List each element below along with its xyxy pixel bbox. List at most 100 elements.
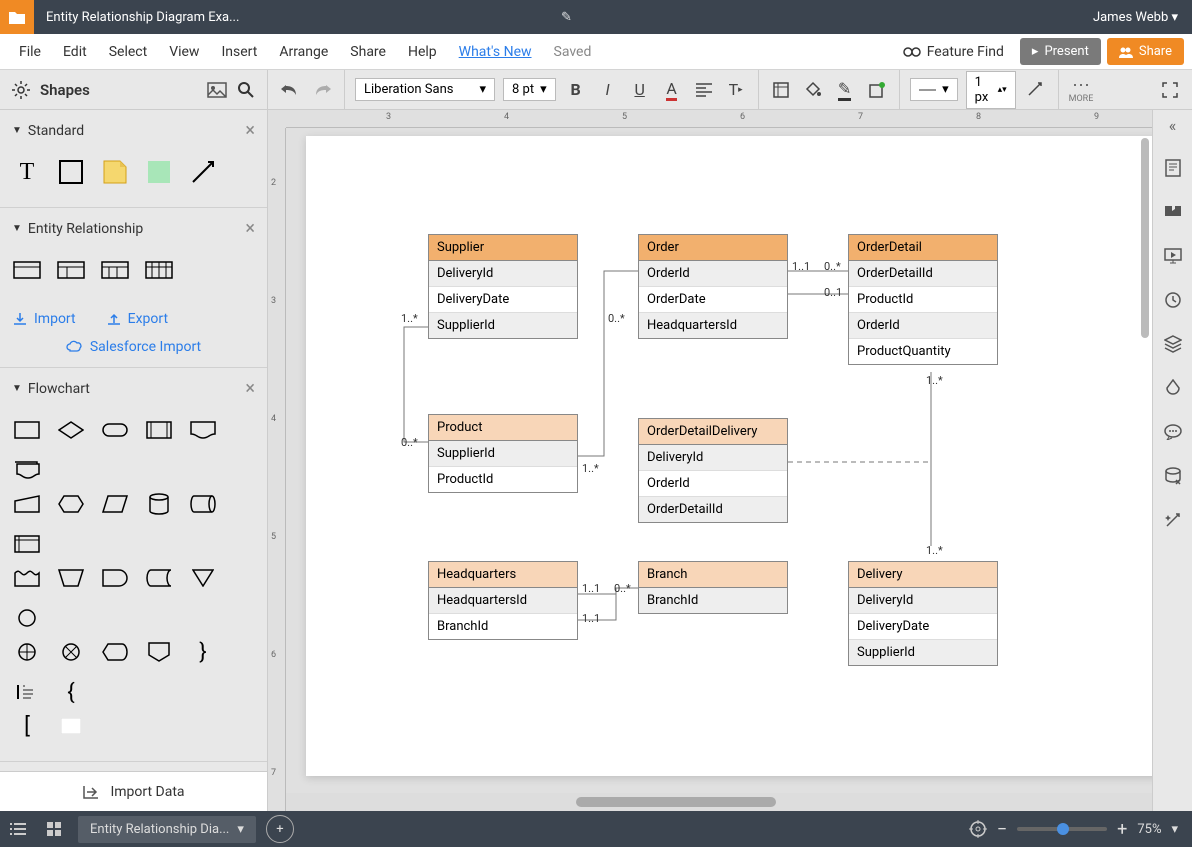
target-icon[interactable] <box>969 820 987 838</box>
menu-share[interactable]: Share <box>339 38 397 66</box>
text-shape[interactable]: T <box>12 159 42 185</box>
fc-document[interactable] <box>188 417 218 443</box>
er-shape-3[interactable] <box>100 257 130 283</box>
text-options-icon[interactable]: T▸ <box>724 78 748 102</box>
page-icon[interactable] <box>1162 157 1184 179</box>
border-color-icon[interactable]: ✎ <box>833 78 857 102</box>
line-options-icon[interactable] <box>1024 78 1048 102</box>
menu-arrange[interactable]: Arrange <box>268 38 339 66</box>
chat-icon[interactable] <box>1162 421 1184 443</box>
fc-terminator[interactable] <box>100 417 130 443</box>
fc-stored[interactable] <box>144 565 174 591</box>
salesforce-link[interactable]: Salesforce Import <box>0 333 267 367</box>
fc-merge[interactable] <box>188 565 218 591</box>
entity-delivery[interactable]: Delivery DeliveryId DeliveryDate Supplie… <box>848 561 998 666</box>
panel-er-header[interactable]: ▼Entity Relationship× <box>0 208 267 249</box>
magic-icon[interactable] <box>1162 509 1184 531</box>
gear-icon[interactable] <box>12 81 30 99</box>
export-link[interactable]: Export <box>106 311 168 327</box>
italic-icon[interactable]: I <box>596 78 620 102</box>
er-shape-1[interactable] <box>12 257 42 283</box>
document-title[interactable]: Entity Relationship Diagram Exa... <box>34 10 565 25</box>
fc-swatch[interactable] <box>56 713 86 739</box>
shape-fill-icon[interactable] <box>769 78 793 102</box>
fc-display[interactable] <box>100 639 130 665</box>
fc-delay[interactable] <box>100 565 130 591</box>
fc-sum[interactable] <box>56 639 86 665</box>
layers-icon[interactable] <box>1162 333 1184 355</box>
close-icon[interactable]: × <box>245 218 255 239</box>
zoom-in[interactable]: + <box>1117 819 1127 840</box>
entity-product[interactable]: Product SupplierId ProductId <box>428 414 578 493</box>
fc-directdata[interactable] <box>188 491 218 517</box>
grid-view-icon[interactable] <box>36 811 72 847</box>
bold-icon[interactable]: B <box>564 78 588 102</box>
line-shape[interactable] <box>188 159 218 185</box>
line-style-select[interactable]: ▾ <box>910 78 958 101</box>
fc-note[interactable] <box>12 679 42 705</box>
vertical-scrollbar[interactable] <box>1138 128 1152 428</box>
panel-standard-header[interactable]: ▼Standard× <box>0 110 267 151</box>
collapse-rail-icon[interactable]: « <box>1169 116 1177 135</box>
import-data-button[interactable]: Import Data <box>0 771 267 811</box>
fontsize-select[interactable]: 8 pt ▾ <box>503 78 556 101</box>
history-icon[interactable] <box>1162 289 1184 311</box>
menu-insert[interactable]: Insert <box>210 38 268 66</box>
menu-file[interactable]: File <box>8 38 52 66</box>
menu-edit[interactable]: Edit <box>52 38 98 66</box>
align-icon[interactable] <box>692 78 716 102</box>
horizontal-scrollbar[interactable] <box>286 793 1152 811</box>
fc-preparation[interactable] <box>56 491 86 517</box>
fc-connector[interactable] <box>12 605 42 631</box>
add-page-button[interactable]: + <box>266 815 294 843</box>
user-menu[interactable]: James Webb ▾ <box>1079 10 1192 25</box>
fc-internal[interactable] <box>12 531 42 557</box>
fc-paper[interactable] <box>12 565 42 591</box>
theme-icon[interactable] <box>1162 377 1184 399</box>
fc-decision[interactable] <box>56 417 86 443</box>
entity-branch[interactable]: Branch BranchId <box>638 561 788 614</box>
fc-process[interactable] <box>12 417 42 443</box>
er-shape-2[interactable] <box>56 257 86 283</box>
comment-icon[interactable] <box>1162 201 1184 223</box>
fc-bracket[interactable]: [ <box>12 713 42 739</box>
zoom-level[interactable]: 75% <box>1137 822 1161 837</box>
redo-icon[interactable] <box>310 78 334 102</box>
fullscreen-icon[interactable] <box>1158 78 1182 102</box>
feature-find[interactable]: Feature Find <box>893 44 1014 60</box>
folder-icon[interactable] <box>0 0 34 34</box>
fc-brace-close[interactable]: } <box>188 639 218 665</box>
present-icon[interactable] <box>1162 245 1184 267</box>
menu-help[interactable]: Help <box>397 38 448 66</box>
close-icon[interactable]: × <box>245 378 255 399</box>
shape-options-icon[interactable] <box>865 78 889 102</box>
fc-database[interactable] <box>144 491 174 517</box>
panel-flowchart-header[interactable]: ▼Flowchart× <box>0 368 267 409</box>
fc-manual[interactable] <box>56 565 86 591</box>
er-shape-4[interactable] <box>144 257 174 283</box>
import-link[interactable]: Import <box>12 311 76 327</box>
menu-select[interactable]: Select <box>98 38 158 66</box>
zoom-out[interactable]: − <box>997 819 1007 840</box>
fc-or[interactable] <box>12 639 42 665</box>
fc-offpage[interactable] <box>144 639 174 665</box>
page-tab[interactable]: Entity Relationship Dia... ▾ <box>78 816 256 843</box>
underline-icon[interactable]: U <box>628 78 652 102</box>
data-icon[interactable] <box>1162 465 1184 487</box>
fc-manual-input[interactable] <box>12 491 42 517</box>
block-shape[interactable] <box>56 159 86 185</box>
text-color-icon[interactable]: A <box>660 78 684 102</box>
fc-predef[interactable] <box>144 417 174 443</box>
entity-orderdetail[interactable]: OrderDetail OrderDetailId ProductId Orde… <box>848 234 998 365</box>
close-icon[interactable]: × <box>245 120 255 141</box>
menu-view[interactable]: View <box>158 38 210 66</box>
share-button[interactable]: Share <box>1107 38 1184 65</box>
font-select[interactable]: Liberation Sans▾ <box>355 78 495 101</box>
list-view-icon[interactable] <box>0 811 36 847</box>
fc-multidoc[interactable] <box>12 457 42 483</box>
edit-title-icon[interactable]: ✎ <box>561 10 572 25</box>
entity-supplier[interactable]: Supplier DeliveryId DeliveryDate Supplie… <box>428 234 578 339</box>
undo-icon[interactable] <box>278 78 302 102</box>
zoom-slider[interactable] <box>1017 827 1107 831</box>
search-icon[interactable] <box>237 81 255 99</box>
